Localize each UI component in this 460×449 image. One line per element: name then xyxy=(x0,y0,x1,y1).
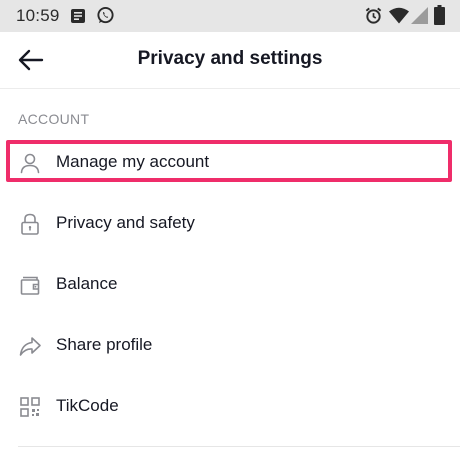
header: Privacy and settings xyxy=(0,32,460,89)
status-time: 10:59 xyxy=(16,6,60,25)
qr-code-icon xyxy=(20,397,40,417)
menu-item-privacy-safety[interactable]: Privacy and safety xyxy=(0,196,460,252)
page-title: Privacy and settings xyxy=(137,48,323,69)
wallet-icon xyxy=(20,276,40,295)
wifi-icon xyxy=(389,7,409,24)
status-bar: 10:59 xyxy=(0,0,460,32)
lock-icon xyxy=(21,213,39,235)
whatsapp-icon xyxy=(97,6,114,24)
news-icon xyxy=(71,9,85,23)
person-icon xyxy=(20,153,40,174)
menu-item-balance[interactable]: Balance xyxy=(0,257,460,313)
menu-item-share-profile[interactable]: Share profile xyxy=(0,318,460,374)
menu-item-label: Share profile xyxy=(56,335,153,354)
menu-item-label: Privacy and safety xyxy=(56,213,195,232)
alarm-icon xyxy=(365,7,382,24)
screen: 10:59 Privacy and settings ACCOUNT Manag… xyxy=(0,0,460,449)
signal-icon xyxy=(411,7,428,24)
menu-item-label: TikCode xyxy=(56,396,119,415)
menu-item-manage-account[interactable]: Manage my account xyxy=(0,135,460,191)
menu-item-tikcode[interactable]: TikCode xyxy=(0,379,460,435)
menu-item-label: Balance xyxy=(56,274,118,293)
menu-item-label: Manage my account xyxy=(56,152,210,171)
share-icon xyxy=(19,337,41,356)
battery-icon xyxy=(434,5,445,25)
section-label-account: ACCOUNT xyxy=(18,111,90,127)
divider xyxy=(18,446,460,447)
